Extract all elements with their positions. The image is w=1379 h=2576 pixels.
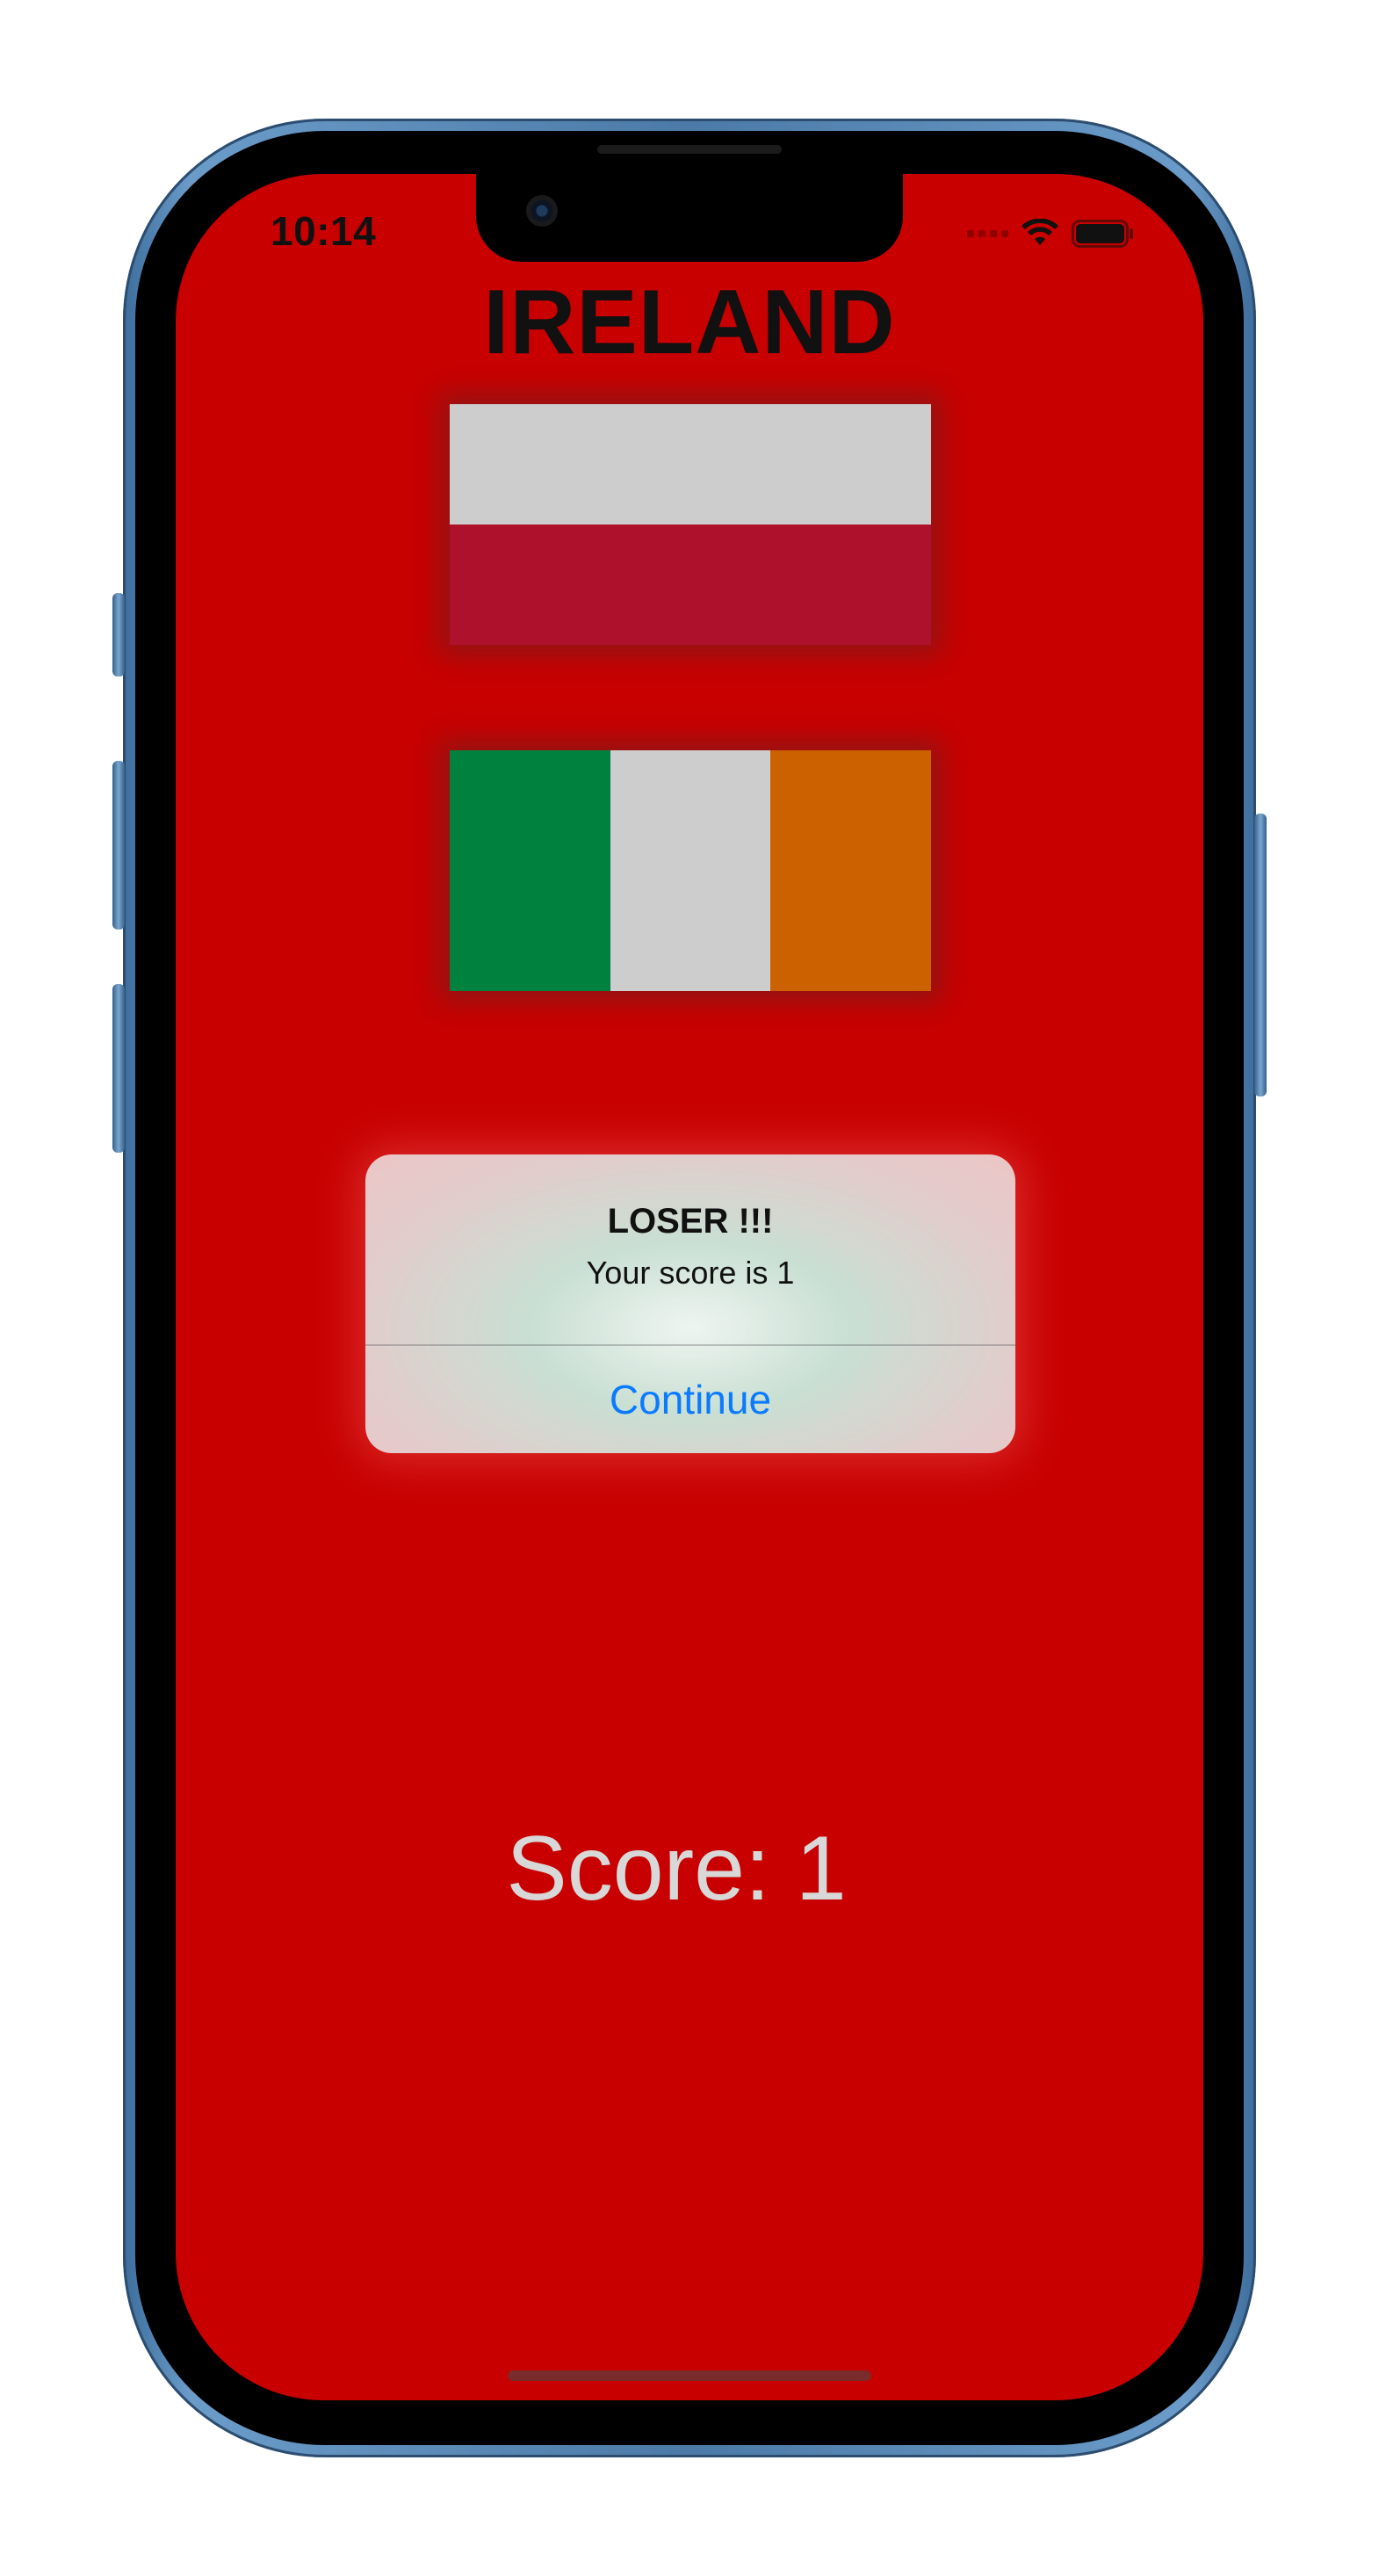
result-alert: LOSER !!! Your score is 1 Continue [365,1154,1015,1453]
country-name-title: IRELAND [483,271,896,373]
wifi-icon [1022,219,1058,245]
flag-stripe [450,525,931,645]
home-indicator[interactable] [508,2370,871,2381]
cellular-signal-icon [967,230,1008,237]
flag-stripe [770,750,932,991]
battery-icon [1072,220,1133,248]
flag-stripe [450,404,931,525]
app-screen: 10:14 IRELAND LOSER !!! Your score is 1 [176,174,1203,2400]
continue-button[interactable]: Continue [365,1346,1015,1453]
status-time: 10:14 [271,208,377,254]
flag-stripe [610,750,771,991]
flag-stripe [450,750,610,991]
volume-up-button [112,761,125,930]
power-button [1254,814,1267,1096]
front-camera-icon [526,195,558,227]
notch [476,174,903,262]
volume-down-button [112,984,125,1153]
score-label: Score: 1 [506,1818,847,1920]
status-indicators [967,216,1135,251]
poland-flag-button[interactable] [450,404,931,645]
silent-switch [112,593,125,677]
alert-message: Your score is 1 [586,1255,795,1291]
ireland-flag-button[interactable] [450,750,932,991]
alert-title: LOSER !!! [607,1202,774,1241]
earpiece-speaker [597,145,782,154]
